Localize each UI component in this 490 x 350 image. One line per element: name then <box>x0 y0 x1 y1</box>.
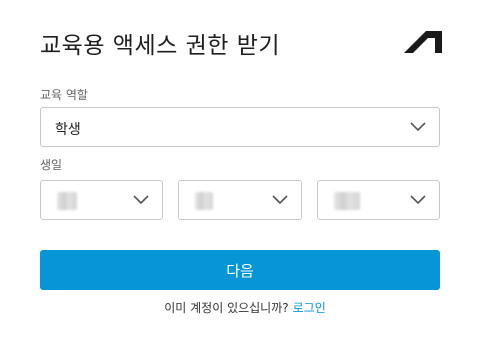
birthdate-label: 생일 <box>40 158 63 172</box>
birth-month-select[interactable] <box>178 180 302 220</box>
birth-day-select[interactable] <box>317 180 440 220</box>
autodesk-logo-icon <box>404 31 442 53</box>
birth-day-value-redacted <box>334 192 360 210</box>
chevron-down-icon <box>272 195 288 205</box>
chevron-down-icon <box>133 195 149 205</box>
birth-month-value-redacted <box>195 192 213 210</box>
signin-link[interactable]: 로그인 <box>293 301 326 315</box>
birth-year-value-redacted <box>57 192 77 210</box>
next-button[interactable]: 다음 <box>40 250 440 290</box>
chevron-down-icon <box>410 122 426 132</box>
education-role-select[interactable]: 학생 <box>40 107 440 147</box>
signin-prompt-row: 이미 계정이 있으십니까? 로그인 <box>0 299 490 316</box>
signin-prompt-text: 이미 계정이 있으십니까? <box>164 301 289 315</box>
birth-year-select[interactable] <box>40 180 163 220</box>
education-access-page: 교육용 액세스 권한 받기 교육 역할 학생 생일 다음 이미 계정이 있으십니… <box>0 0 490 350</box>
chevron-down-icon <box>410 195 426 205</box>
education-role-value: 학생 <box>55 122 81 138</box>
page-title: 교육용 액세스 권한 받기 <box>40 33 281 59</box>
education-role-label: 교육 역할 <box>40 88 88 102</box>
